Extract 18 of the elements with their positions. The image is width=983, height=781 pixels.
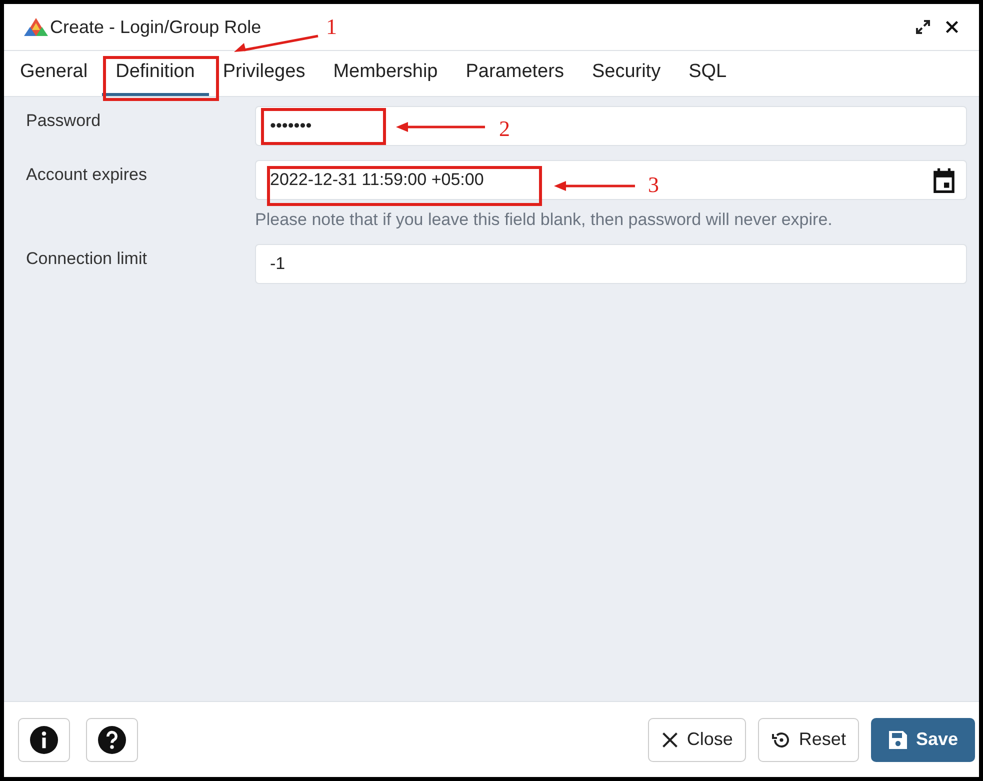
annotation-number: 1 bbox=[326, 14, 337, 40]
close-button[interactable]: Close bbox=[648, 718, 746, 762]
tab[interactable]: SQL bbox=[674, 51, 741, 96]
field-label: Connection limit bbox=[25, 248, 148, 270]
field-label: Password bbox=[25, 110, 102, 132]
annotation-number: 2 bbox=[499, 116, 510, 142]
tab[interactable]: Membership bbox=[319, 51, 452, 96]
reset-button[interactable]: Reset bbox=[758, 718, 859, 762]
save-button[interactable]: Save bbox=[870, 718, 975, 762]
window-title: Create - Login/Group Role bbox=[50, 16, 262, 38]
tab[interactable]: General bbox=[6, 51, 102, 96]
tab[interactable]: Parameters bbox=[452, 51, 578, 96]
field-label: Account expires bbox=[25, 164, 148, 186]
tab[interactable]: Privileges bbox=[208, 51, 320, 96]
annotation-number: 3 bbox=[648, 172, 659, 198]
input-field[interactable]: -1 bbox=[255, 244, 967, 284]
help-text: Please note that if you leave this field blank, then password will never expire. bbox=[255, 210, 834, 230]
tab[interactable]: Security bbox=[578, 51, 675, 96]
